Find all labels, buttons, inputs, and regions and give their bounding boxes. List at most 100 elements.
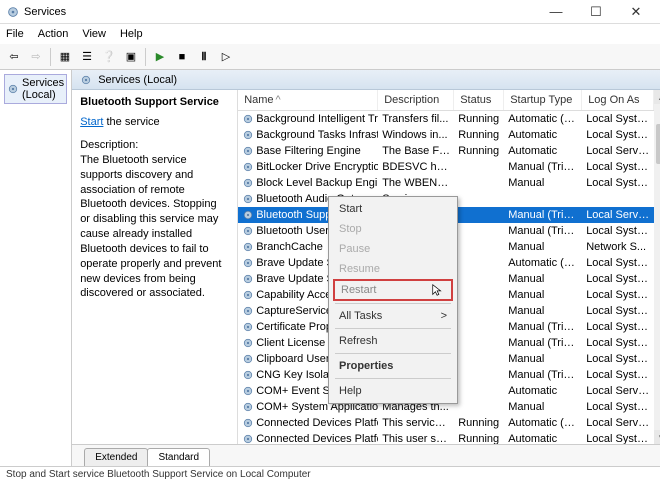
gear-icon [242, 209, 254, 221]
cursor-icon [431, 283, 445, 297]
cell-startup: Manual [504, 400, 582, 414]
list-header: Services (Local) [72, 70, 660, 90]
menu-help[interactable]: Help [120, 28, 143, 40]
service-row[interactable]: BitLocker Drive Encryption ...BDESVC hos… [238, 159, 654, 175]
ctx-properties[interactable]: Properties [331, 356, 455, 376]
cell-logon: Network S... [582, 240, 654, 254]
start-link[interactable]: Start [80, 116, 103, 128]
cell-startup: Automatic [504, 384, 582, 398]
cell-startup: Manual (Trig... [504, 320, 582, 334]
cell-status: Running [454, 144, 504, 158]
vertical-scrollbar[interactable]: ▲ ▼ [654, 90, 660, 444]
start-service-button[interactable]: ▶ [150, 47, 170, 67]
cell-logon: Local Service [582, 208, 654, 222]
cell-startup: Manual [504, 272, 582, 286]
context-menu: Start Stop Pause Resume Restart All Task… [328, 196, 458, 404]
gear-icon [242, 305, 254, 317]
cell-name: Block Level Backup Engine ... [256, 177, 378, 189]
stop-service-button[interactable]: ■ [172, 47, 192, 67]
cell-status [454, 358, 504, 360]
gear-icon [242, 369, 254, 381]
service-row[interactable]: Background Intelligent Trans...Transfers… [238, 111, 654, 127]
cell-logon: Local Syste... [582, 256, 654, 270]
service-row[interactable]: Block Level Backup Engine ...The WBENG..… [238, 175, 654, 191]
cell-status [454, 342, 504, 344]
gear-icon [242, 273, 254, 285]
col-name[interactable]: Name ^ [238, 90, 378, 110]
forward-button[interactable]: ⇨ [26, 47, 46, 67]
cell-startup: Automatic [504, 144, 582, 158]
cell-status [454, 310, 504, 312]
app-icon [6, 5, 20, 19]
ctx-all-tasks[interactable]: All Tasks > [331, 306, 455, 326]
cell-logon: Local Syste... [582, 400, 654, 414]
ctx-pause: Pause [331, 239, 455, 259]
toolbar-properties[interactable]: ☰ [77, 47, 97, 67]
cell-startup [504, 198, 582, 200]
maximize-button[interactable]: ☐ [582, 4, 610, 20]
gear-icon [242, 385, 254, 397]
cell-logon: Local Syste... [582, 176, 654, 190]
cell-startup: Automatic [504, 432, 582, 444]
ctx-resume: Resume [331, 259, 455, 279]
menu-file[interactable]: File [6, 28, 24, 40]
col-description[interactable]: Description [378, 90, 454, 110]
gear-icon [80, 74, 92, 86]
close-button[interactable]: ✕ [622, 4, 650, 20]
toolbar-show-hide[interactable]: ▦ [55, 47, 75, 67]
cell-status [454, 406, 504, 408]
description-pane: Bluetooth Support Service Start the serv… [72, 90, 237, 444]
col-status[interactable]: Status [454, 90, 504, 110]
tab-standard[interactable]: Standard [147, 448, 210, 466]
cell-status: Running [454, 416, 504, 430]
col-logon[interactable]: Log On As [582, 90, 654, 110]
menu-action[interactable]: Action [38, 28, 69, 40]
grid-header: Name ^ Description Status Startup Type L… [238, 90, 654, 111]
tab-extended[interactable]: Extended [84, 448, 148, 466]
toolbar-help[interactable]: ▣ [121, 47, 141, 67]
ctx-start[interactable]: Start [331, 199, 455, 219]
cell-logon: Local Syste... [582, 272, 654, 286]
cell-logon: Local Syste... [582, 288, 654, 302]
gear-icon [242, 145, 254, 157]
tree-item-label: Services (Local) [22, 77, 64, 101]
pause-service-button[interactable]: Ⅱ [194, 47, 214, 67]
gear-icon [242, 161, 254, 173]
minimize-button[interactable]: — [542, 4, 570, 20]
tree-item-services-local[interactable]: Services (Local) [4, 74, 67, 104]
tree-pane: Services (Local) [0, 70, 72, 466]
cell-startup: Manual (Trig... [504, 224, 582, 238]
cell-startup: Manual (Trig... [504, 160, 582, 174]
service-row[interactable]: Connected Devices Platfor...This user se… [238, 431, 654, 444]
back-button[interactable]: ⇦ [4, 47, 24, 67]
scroll-up[interactable]: ▲ [654, 90, 660, 104]
cell-logon: Local Syste... [582, 352, 654, 366]
cell-status [454, 294, 504, 296]
scroll-down[interactable]: ▼ [654, 430, 660, 444]
scroll-thumb[interactable] [656, 124, 660, 164]
restart-service-button[interactable]: ▷ [216, 47, 236, 67]
cell-logon: Local Syste... [582, 112, 654, 126]
menu-bar: File Action View Help [0, 24, 660, 44]
gear-icon [242, 433, 254, 444]
ctx-restart[interactable]: Restart [333, 279, 453, 301]
cell-name: BranchCache [256, 241, 323, 253]
cell-status [454, 230, 504, 232]
service-row[interactable]: Connected Devices Platfor...This service… [238, 415, 654, 431]
col-startup[interactable]: Startup Type [504, 90, 582, 110]
cell-status [454, 326, 504, 328]
toolbar-export[interactable]: ❔ [99, 47, 119, 67]
description-heading: Description: [80, 138, 229, 153]
cell-logon: Local Service [582, 144, 654, 158]
cell-logon: Local Service [582, 416, 654, 430]
service-row[interactable]: Base Filtering EngineThe Base Fil...Runn… [238, 143, 654, 159]
cell-startup: Automatic [504, 128, 582, 142]
service-row[interactable]: Background Tasks Infrastru...Windows in.… [238, 127, 654, 143]
cell-status [454, 278, 504, 280]
selected-service-title: Bluetooth Support Service [80, 96, 229, 108]
ctx-refresh[interactable]: Refresh [331, 331, 455, 351]
menu-view[interactable]: View [82, 28, 106, 40]
cell-startup: Manual [504, 304, 582, 318]
gear-icon [242, 129, 254, 141]
ctx-help[interactable]: Help [331, 381, 455, 401]
